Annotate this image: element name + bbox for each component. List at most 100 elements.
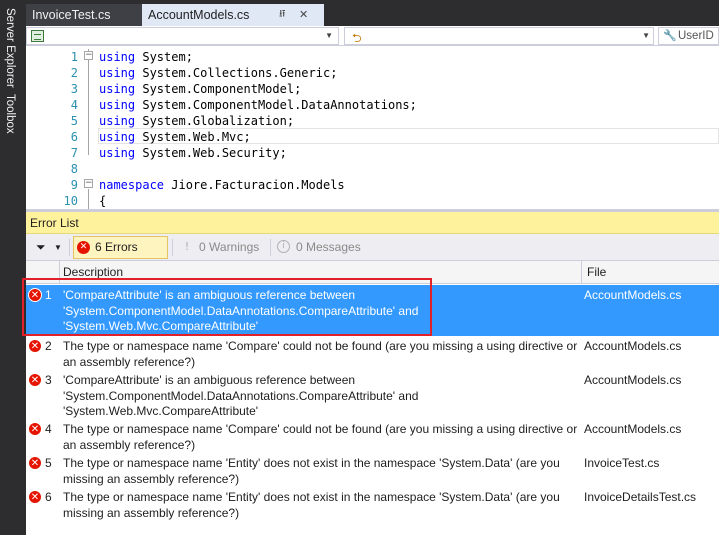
error-list-title-bar: Error List xyxy=(26,212,719,234)
funnel-icon: ⏷ xyxy=(36,240,46,254)
project-dropdown[interactable]: ▼ xyxy=(26,27,339,45)
warnings-count-label: 0 Warnings xyxy=(199,240,260,254)
line-number: 2 xyxy=(70,66,78,80)
toolbar-separator xyxy=(172,239,173,256)
error-description: The type or namespace name 'Compare' cou… xyxy=(63,422,578,452)
errors-filter-toggle[interactable]: ✕ 6 Errors xyxy=(73,236,168,259)
tab-accountmodels[interactable]: AccountModels.cs ⭿ ✕ xyxy=(142,4,324,26)
error-circle-icon: ✕ xyxy=(28,339,42,353)
error-number: 4 xyxy=(45,422,52,436)
code-text: System.Web.Mvc; xyxy=(135,130,251,144)
code-text: { xyxy=(99,194,107,208)
error-number: 6 xyxy=(45,490,52,504)
wrench-icon: 🔧 xyxy=(663,30,677,42)
tab-label: InvoiceTest.cs xyxy=(32,8,111,22)
line-number: 6 xyxy=(70,130,78,144)
error-row[interactable]: ✕ 3 'CompareAttribute' is an ambiguous r… xyxy=(26,370,719,419)
chevron-down-icon: ▼ xyxy=(325,31,333,40)
code-text: System.Globalization; xyxy=(135,114,295,128)
tab-invoicetest[interactable]: InvoiceTest.cs xyxy=(26,4,142,26)
column-divider[interactable] xyxy=(59,261,60,284)
collapse-toggle-icon[interactable]: − xyxy=(84,179,93,188)
error-number: 1 xyxy=(45,288,52,302)
type-dropdown[interactable]: ⮌ ▼ xyxy=(344,27,654,45)
line-number: 10 xyxy=(63,194,78,208)
warning-triangle-icon: ! xyxy=(184,240,190,253)
line-number: 5 xyxy=(70,114,78,128)
keyword: using xyxy=(99,98,136,112)
toolbar-separator xyxy=(270,239,271,256)
error-number: 5 xyxy=(45,456,52,470)
outline-rail xyxy=(88,49,89,155)
errors-count-label: 6 Errors xyxy=(95,240,138,254)
project-icon xyxy=(31,30,44,42)
error-row[interactable]: ✕ 1 'CompareAttribute' is an ambiguous r… xyxy=(26,285,719,336)
server-explorer-tab[interactable]: Server Explorer xyxy=(4,8,16,88)
keyword: using xyxy=(99,146,136,160)
line-number: 7 xyxy=(70,146,78,160)
warnings-filter-toggle[interactable]: ! 0 Warnings xyxy=(177,236,267,259)
error-number: 3 xyxy=(45,373,52,387)
member-dropdown[interactable]: 🔧 UserID xyxy=(658,27,719,45)
collapse-toggle-icon[interactable]: − xyxy=(84,51,93,60)
side-tool-strip: Server Explorer Toolbox xyxy=(0,0,26,535)
line-number: 3 xyxy=(70,82,78,96)
line-number: 1 xyxy=(70,50,78,64)
messages-filter-toggle[interactable]: i 0 Messages xyxy=(274,236,370,259)
error-circle-icon: ✕ xyxy=(28,288,42,302)
info-circle-icon: i xyxy=(277,240,290,253)
code-text: System.ComponentModel; xyxy=(135,82,302,96)
outline-rail xyxy=(88,189,89,209)
messages-count-label: 0 Messages xyxy=(296,240,361,254)
code-editor[interactable]: 1 using System; 2 using System.Collectio… xyxy=(26,47,719,209)
error-row[interactable]: ✕ 5 The type or namespace name 'Entity' … xyxy=(26,453,719,487)
error-list-grid: Description File ✕ 1 'CompareAttribute' … xyxy=(26,261,719,535)
code-text: System.ComponentModel.DataAnnotations; xyxy=(135,98,417,112)
error-list-toolbar: ⏷ ▼ ✕ 6 Errors ! 0 Warnings i 0 Messages xyxy=(26,234,719,261)
error-number: 2 xyxy=(45,339,52,353)
error-list-title: Error List xyxy=(30,216,79,230)
pin-icon[interactable]: ⭿ xyxy=(279,4,285,26)
error-description: The type or namespace name 'Entity' does… xyxy=(63,490,560,520)
toolbox-tab[interactable]: Toolbox xyxy=(4,94,16,134)
error-description: 'CompareAttribute' is an ambiguous refer… xyxy=(63,373,419,418)
error-circle-icon: ✕ xyxy=(28,422,42,436)
filter-button[interactable]: ⏷ ▼ xyxy=(30,236,62,259)
keyword: using xyxy=(99,66,136,80)
code-text: System.Web.Security; xyxy=(135,146,287,160)
error-file: AccountModels.cs xyxy=(584,422,682,436)
keyword: namespace xyxy=(99,178,165,192)
keyword: using xyxy=(99,50,136,64)
error-file: InvoiceDetailsTest.cs xyxy=(584,490,697,504)
code-text: System; xyxy=(135,50,193,64)
keyword: using xyxy=(99,130,136,144)
error-row[interactable]: ✕ 4 The type or namespace name 'Compare'… xyxy=(26,419,719,453)
error-circle-icon: ✕ xyxy=(77,241,90,254)
error-file: AccountModels.cs xyxy=(584,288,682,302)
error-row[interactable]: ✕ 2 The type or namespace name 'Compare'… xyxy=(26,336,719,370)
code-text: System.Collections.Generic; xyxy=(135,66,338,80)
error-circle-icon: ✕ xyxy=(28,456,42,470)
document-tab-bar: InvoiceTest.cs AccountModels.cs ⭿ ✕ xyxy=(26,0,719,26)
error-file: AccountModels.cs xyxy=(584,373,682,387)
keyword: using xyxy=(99,114,136,128)
chevron-down-icon: ▼ xyxy=(642,31,650,40)
close-icon[interactable]: ✕ xyxy=(299,4,308,26)
toolbar-separator xyxy=(69,239,70,256)
error-description: 'CompareAttribute' is an ambiguous refer… xyxy=(63,288,419,333)
chevron-down-icon: ▼ xyxy=(54,243,62,252)
column-header-description[interactable]: Description xyxy=(63,265,123,279)
grid-header: Description File xyxy=(26,261,719,284)
column-header-file[interactable]: File xyxy=(587,265,606,279)
error-description: The type or namespace name 'Compare' cou… xyxy=(63,339,578,369)
error-circle-icon: ✕ xyxy=(28,373,42,387)
keyword: using xyxy=(99,82,136,96)
column-divider[interactable] xyxy=(581,261,582,284)
line-number: 4 xyxy=(70,98,78,112)
code-text: Jiore.Facturacion.Models xyxy=(164,178,345,192)
error-description: The type or namespace name 'Entity' does… xyxy=(63,456,560,486)
navigation-bar: ▼ ⮌ ▼ 🔧 UserID xyxy=(26,26,719,46)
error-file: AccountModels.cs xyxy=(584,339,682,353)
tab-label: AccountModels.cs xyxy=(148,8,250,22)
error-row[interactable]: ✕ 6 The type or namespace name 'Entity' … xyxy=(26,487,719,521)
